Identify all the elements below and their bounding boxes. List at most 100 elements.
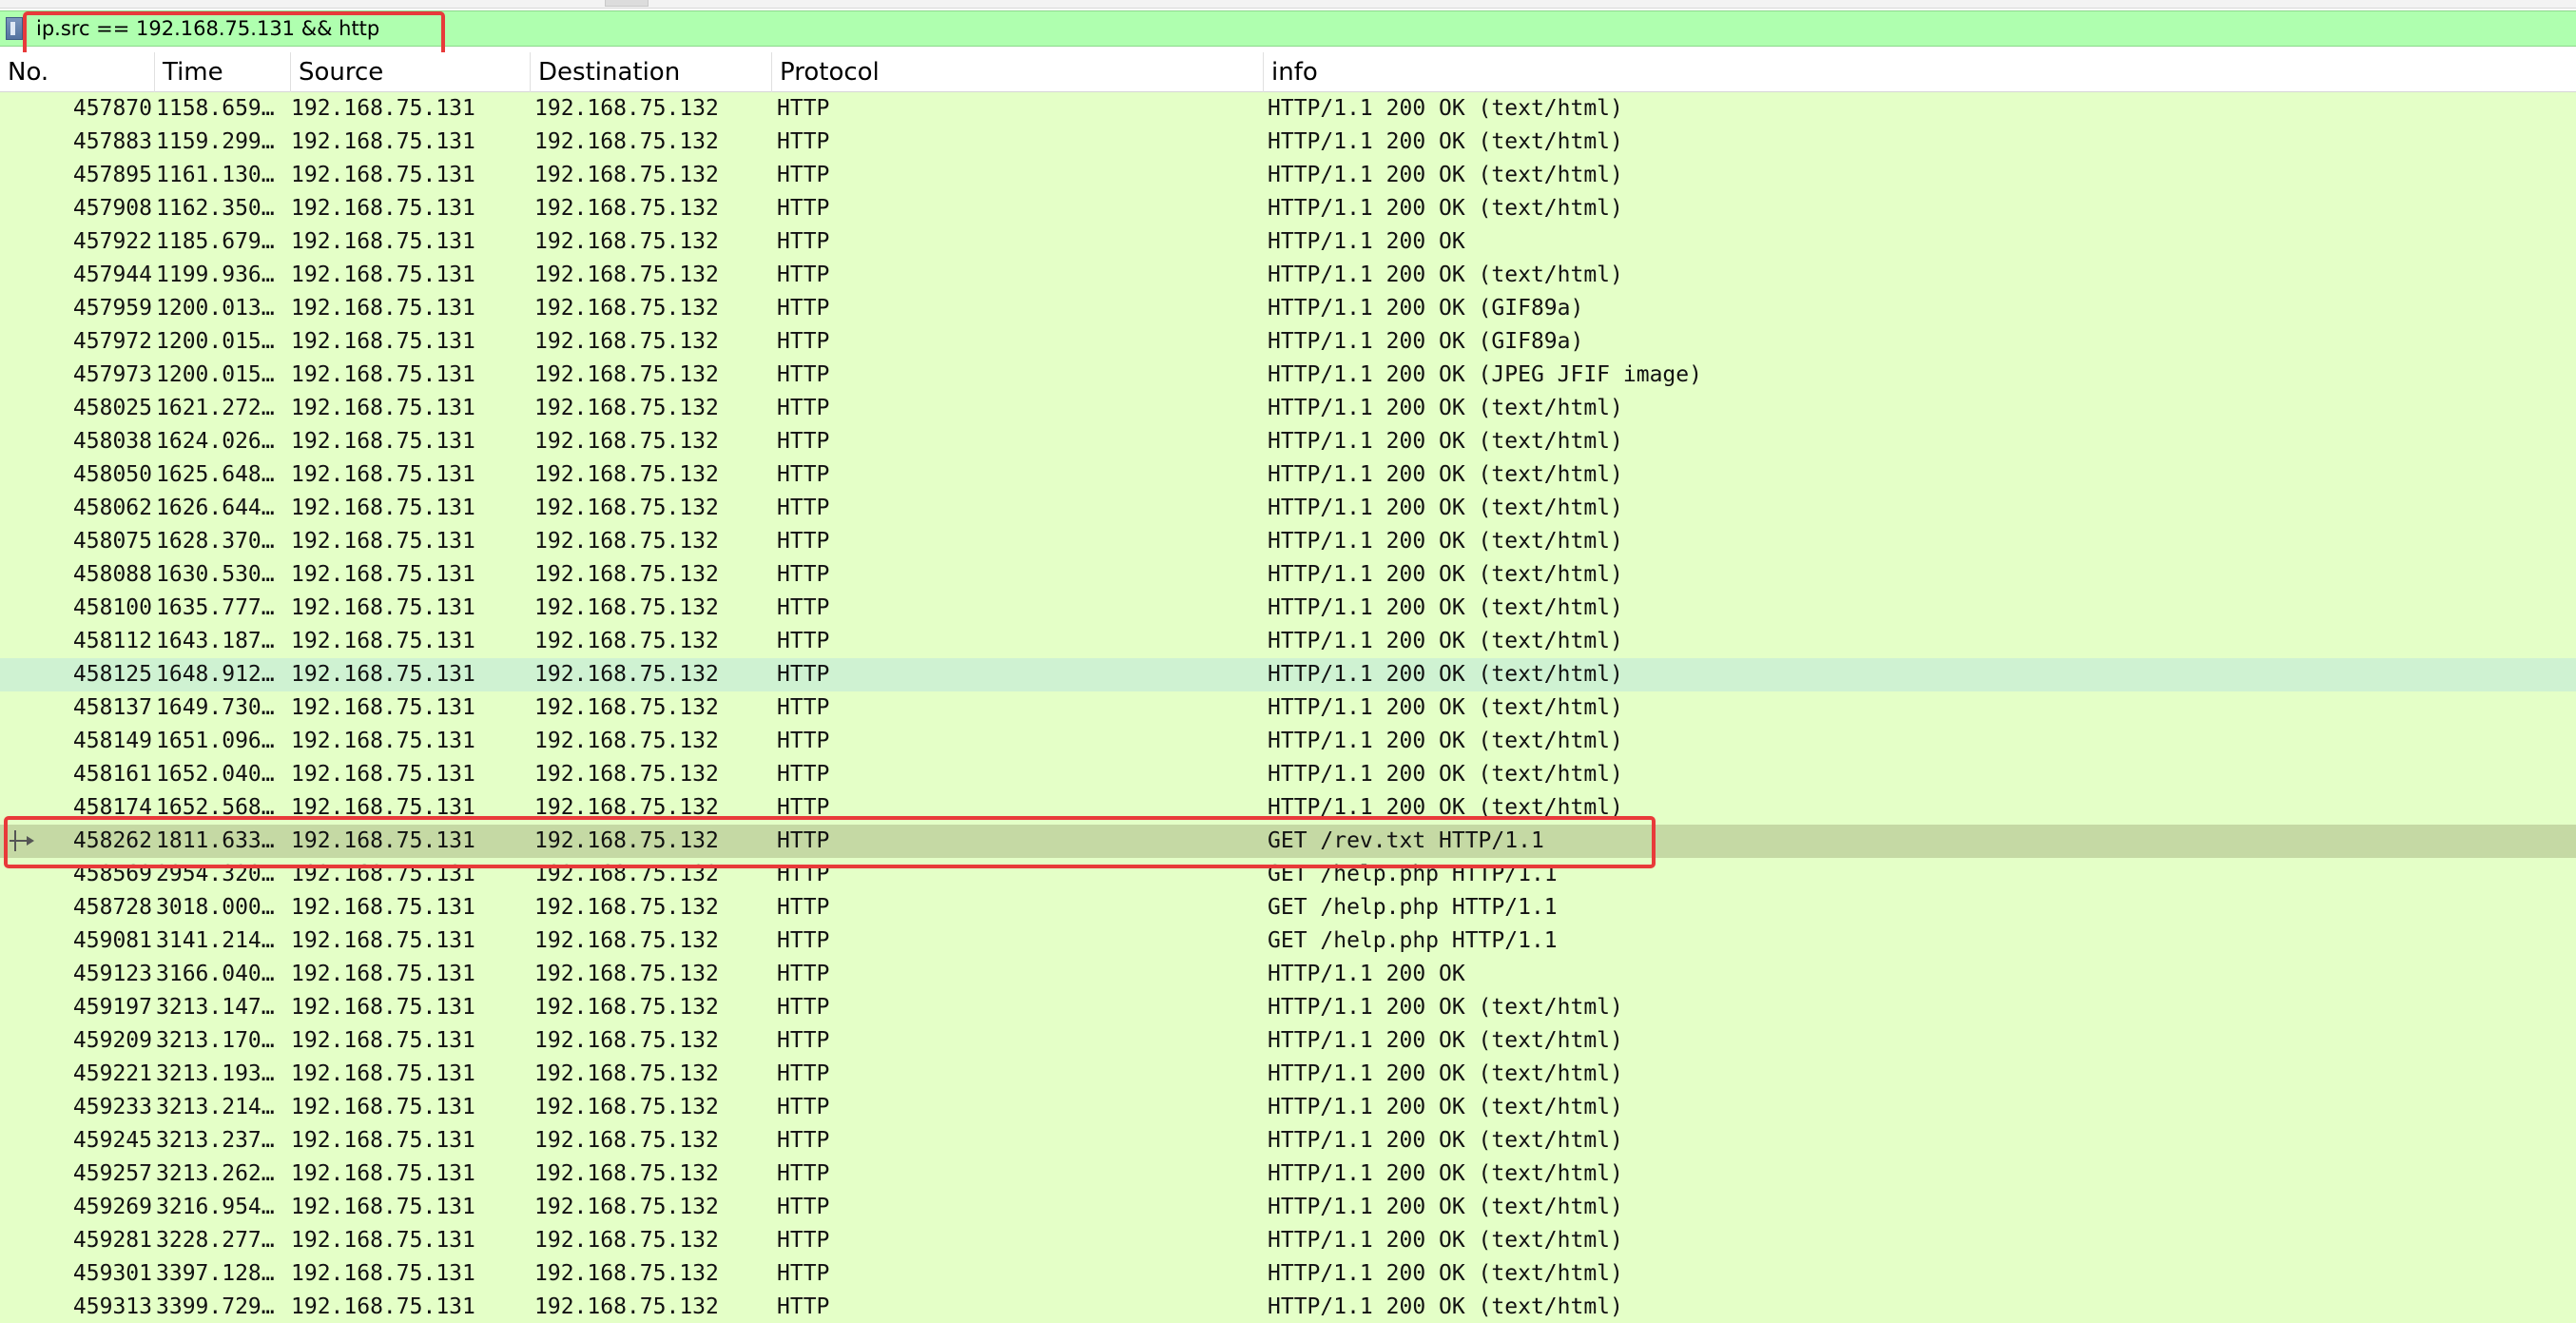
packet-protocol-cell: HTTP — [777, 496, 830, 520]
packet-number-cell: 458038 — [72, 429, 152, 454]
packet-time-cell: 3213.147… — [156, 995, 275, 1020]
packet-time-cell: 1648.912… — [156, 662, 275, 687]
packet-row[interactable]: 457959 1200.013… 192.168.75.131 192.168.75.… — [0, 292, 2576, 325]
packet-protocol-cell: HTTP — [777, 1228, 830, 1253]
packet-row[interactable]: 459221 3213.193… 192.168.75.131 192.168.75.… — [0, 1058, 2576, 1091]
packet-protocol-cell: HTTP — [777, 196, 830, 221]
packet-row[interactable]: 459081 3141.214… 192.168.75.131 192.168.75.… — [0, 924, 2576, 958]
column-header-destination[interactable]: Destination — [531, 52, 772, 92]
packet-protocol-cell: HTTP — [777, 296, 830, 321]
packet-row[interactable]: 457895 1161.130… 192.168.75.131 192.168.75.… — [0, 159, 2576, 192]
packet-row[interactable]: 459269 3216.954… 192.168.75.131 192.168.75.… — [0, 1191, 2576, 1224]
packet-row[interactable]: 459301 3397.128… 192.168.75.131 192.168.75.… — [0, 1257, 2576, 1291]
packet-source-cell: 192.168.75.131 — [291, 1128, 475, 1153]
packet-source-cell: 192.168.75.131 — [291, 1195, 475, 1219]
packet-source-cell: 192.168.75.131 — [291, 462, 475, 487]
packet-row[interactable]: 459123 3166.040… 192.168.75.131 192.168.75.… — [0, 958, 2576, 991]
packet-source-cell: 192.168.75.131 — [291, 862, 475, 886]
packet-protocol-cell: HTTP — [777, 129, 830, 154]
packet-row[interactable]: 459313 3399.729… 192.168.75.131 192.168.75.… — [0, 1291, 2576, 1323]
packet-row[interactable]: 458125 1648.912… 192.168.75.131 192.168.75.… — [0, 658, 2576, 691]
toolbar-handle[interactable] — [605, 0, 649, 7]
packet-protocol-cell: HTTP — [777, 862, 830, 886]
packet-number-cell: 457883 — [72, 129, 152, 154]
packet-row[interactable]: 457908 1162.350… 192.168.75.131 192.168.75.… — [0, 192, 2576, 225]
packet-info-cell: HTTP/1.1 200 OK (JPEG JFIF image) — [1268, 362, 1702, 387]
packet-number-cell: 459269 — [72, 1195, 152, 1219]
packet-row[interactable]: 459209 3213.170… 192.168.75.131 192.168.75.… — [0, 1024, 2576, 1058]
packet-info-cell: GET /rev.txt HTTP/1.1 — [1268, 828, 1544, 853]
packet-time-cell: 1628.370… — [156, 529, 275, 554]
packet-row[interactable]: 458025 1621.272… 192.168.75.131 192.168.75.… — [0, 392, 2576, 425]
packet-source-cell: 192.168.75.131 — [291, 1261, 475, 1286]
packet-list: 457870 1158.659… 192.168.75.131 192.168.75.… — [0, 92, 2576, 1323]
packet-number-cell: 458100 — [72, 595, 152, 620]
packet-row[interactable]: 457944 1199.936… 192.168.75.131 192.168.75.… — [0, 259, 2576, 292]
packet-row[interactable]: 459281 3228.277… 192.168.75.131 192.168.75.… — [0, 1224, 2576, 1257]
column-header-info[interactable]: info — [1264, 52, 2576, 92]
column-header-no[interactable]: No. — [0, 52, 155, 92]
packet-time-cell: 1652.040… — [156, 762, 275, 787]
display-filter-input[interactable] — [29, 15, 2558, 42]
bookmark-icon[interactable] — [6, 17, 23, 40]
packet-protocol-cell: HTTP — [777, 1161, 830, 1186]
packet-info-cell: HTTP/1.1 200 OK (text/html) — [1268, 662, 1623, 687]
packet-row[interactable]: 458262 1811.633… 192.168.75.131 192.168.75.… — [0, 825, 2576, 858]
packet-row[interactable]: 458050 1625.648… 192.168.75.131 192.168.75.… — [0, 458, 2576, 492]
packet-destination-cell: 192.168.75.132 — [534, 862, 719, 886]
packet-source-cell: 192.168.75.131 — [291, 1228, 475, 1253]
packet-row[interactable]: 458569 2954.320… 192.168.75.131 192.168.75.… — [0, 858, 2576, 891]
packet-row[interactable]: 458728 3018.000… 192.168.75.131 192.168.75.… — [0, 891, 2576, 924]
packet-row[interactable]: 458062 1626.644… 192.168.75.131 192.168.75.… — [0, 492, 2576, 525]
packet-info-cell: HTTP/1.1 200 OK (GIF89a) — [1268, 329, 1584, 354]
packet-row[interactable]: 457972 1200.015… 192.168.75.131 192.168.75.… — [0, 325, 2576, 359]
column-header-source[interactable]: Source — [291, 52, 531, 92]
packet-source-cell: 192.168.75.131 — [291, 263, 475, 287]
column-header-time[interactable]: Time — [155, 52, 291, 92]
packet-time-cell: 1200.015… — [156, 362, 275, 387]
packet-info-cell: HTTP/1.1 200 OK (text/html) — [1268, 1095, 1623, 1119]
packet-row[interactable]: 458149 1651.096… 192.168.75.131 192.168.75.… — [0, 725, 2576, 758]
packet-row[interactable]: 457883 1159.299… 192.168.75.131 192.168.75.… — [0, 126, 2576, 159]
packet-row[interactable]: 458161 1652.040… 192.168.75.131 192.168.75.… — [0, 758, 2576, 791]
packet-protocol-cell: HTTP — [777, 429, 830, 454]
packet-source-cell: 192.168.75.131 — [291, 429, 475, 454]
packet-row[interactable]: 459233 3213.214… 192.168.75.131 192.168.75.… — [0, 1091, 2576, 1124]
packet-list-header: No. Time Source Destination Protocol inf… — [0, 52, 2576, 92]
packet-destination-cell: 192.168.75.132 — [534, 762, 719, 787]
packet-protocol-cell: HTTP — [777, 562, 830, 587]
packet-row[interactable]: 457973 1200.015… 192.168.75.131 192.168.75.… — [0, 359, 2576, 392]
packet-destination-cell: 192.168.75.132 — [534, 529, 719, 554]
packet-number-cell: 457895 — [72, 163, 152, 187]
packet-row[interactable]: 458174 1652.568… 192.168.75.131 192.168.75.… — [0, 791, 2576, 825]
column-header-protocol[interactable]: Protocol — [772, 52, 1264, 92]
packet-info-cell: HTTP/1.1 200 OK (text/html) — [1268, 1195, 1623, 1219]
packet-destination-cell: 192.168.75.132 — [534, 695, 719, 720]
packet-row[interactable]: 458075 1628.370… 192.168.75.131 192.168.75.… — [0, 525, 2576, 558]
packet-row[interactable]: 458100 1635.777… 192.168.75.131 192.168.75.… — [0, 592, 2576, 625]
packet-row[interactable]: 459245 3213.237… 192.168.75.131 192.168.75.… — [0, 1124, 2576, 1158]
packet-row[interactable]: 457870 1158.659… 192.168.75.131 192.168.75.… — [0, 92, 2576, 126]
packet-row[interactable]: 457922 1185.679… 192.168.75.131 192.168.75.… — [0, 225, 2576, 259]
packet-number-cell: 458025 — [72, 396, 152, 420]
packet-row[interactable]: 458137 1649.730… 192.168.75.131 192.168.75.… — [0, 691, 2576, 725]
packet-number-cell: 458728 — [72, 895, 152, 920]
packet-destination-cell: 192.168.75.132 — [534, 562, 719, 587]
packet-row[interactable]: 459197 3213.147… 192.168.75.131 192.168.75.… — [0, 991, 2576, 1024]
packet-protocol-cell: HTTP — [777, 1128, 830, 1153]
packet-number-cell: 458262 — [72, 828, 152, 853]
packet-row[interactable]: 459257 3213.262… 192.168.75.131 192.168.75.… — [0, 1158, 2576, 1191]
packet-number-cell: 458050 — [72, 462, 152, 487]
packet-number-cell: 458174 — [72, 795, 152, 820]
packet-time-cell: 3399.729… — [156, 1294, 275, 1319]
packet-row[interactable]: 458112 1643.187… 192.168.75.131 192.168.75.… — [0, 625, 2576, 658]
packet-destination-cell: 192.168.75.132 — [534, 129, 719, 154]
packet-number-cell: 459313 — [72, 1294, 152, 1319]
packet-row[interactable]: 458038 1624.026… 192.168.75.131 192.168.75.… — [0, 425, 2576, 458]
packet-info-cell: GET /help.php HTTP/1.1 — [1268, 895, 1558, 920]
packet-info-cell: HTTP/1.1 200 OK (text/html) — [1268, 1261, 1623, 1286]
packet-row[interactable]: 458088 1630.530… 192.168.75.131 192.168.75.… — [0, 558, 2576, 592]
packet-number-cell: 459281 — [72, 1228, 152, 1253]
packet-destination-cell: 192.168.75.132 — [534, 928, 719, 953]
packet-protocol-cell: HTTP — [777, 1294, 830, 1319]
